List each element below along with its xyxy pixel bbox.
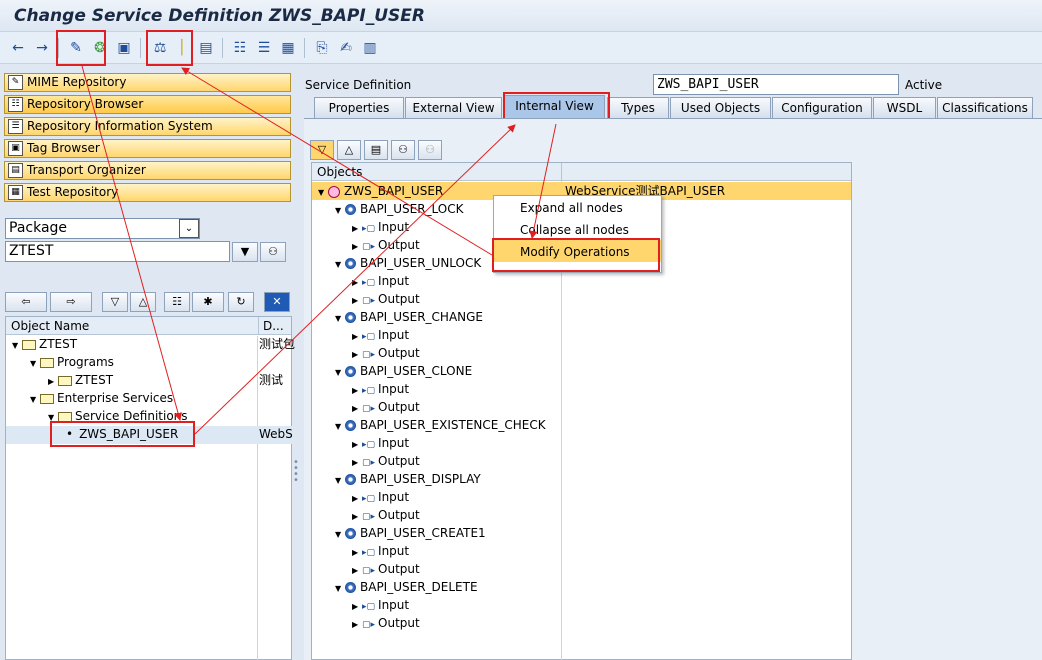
arrow-tab-to-menu <box>529 123 557 239</box>
arrow-menu-to-toolbar <box>181 67 493 256</box>
arrow-toolbar-to-tree <box>81 65 182 421</box>
annotation-arrows <box>81 65 557 435</box>
arrow-tree-to-tab <box>194 124 516 435</box>
